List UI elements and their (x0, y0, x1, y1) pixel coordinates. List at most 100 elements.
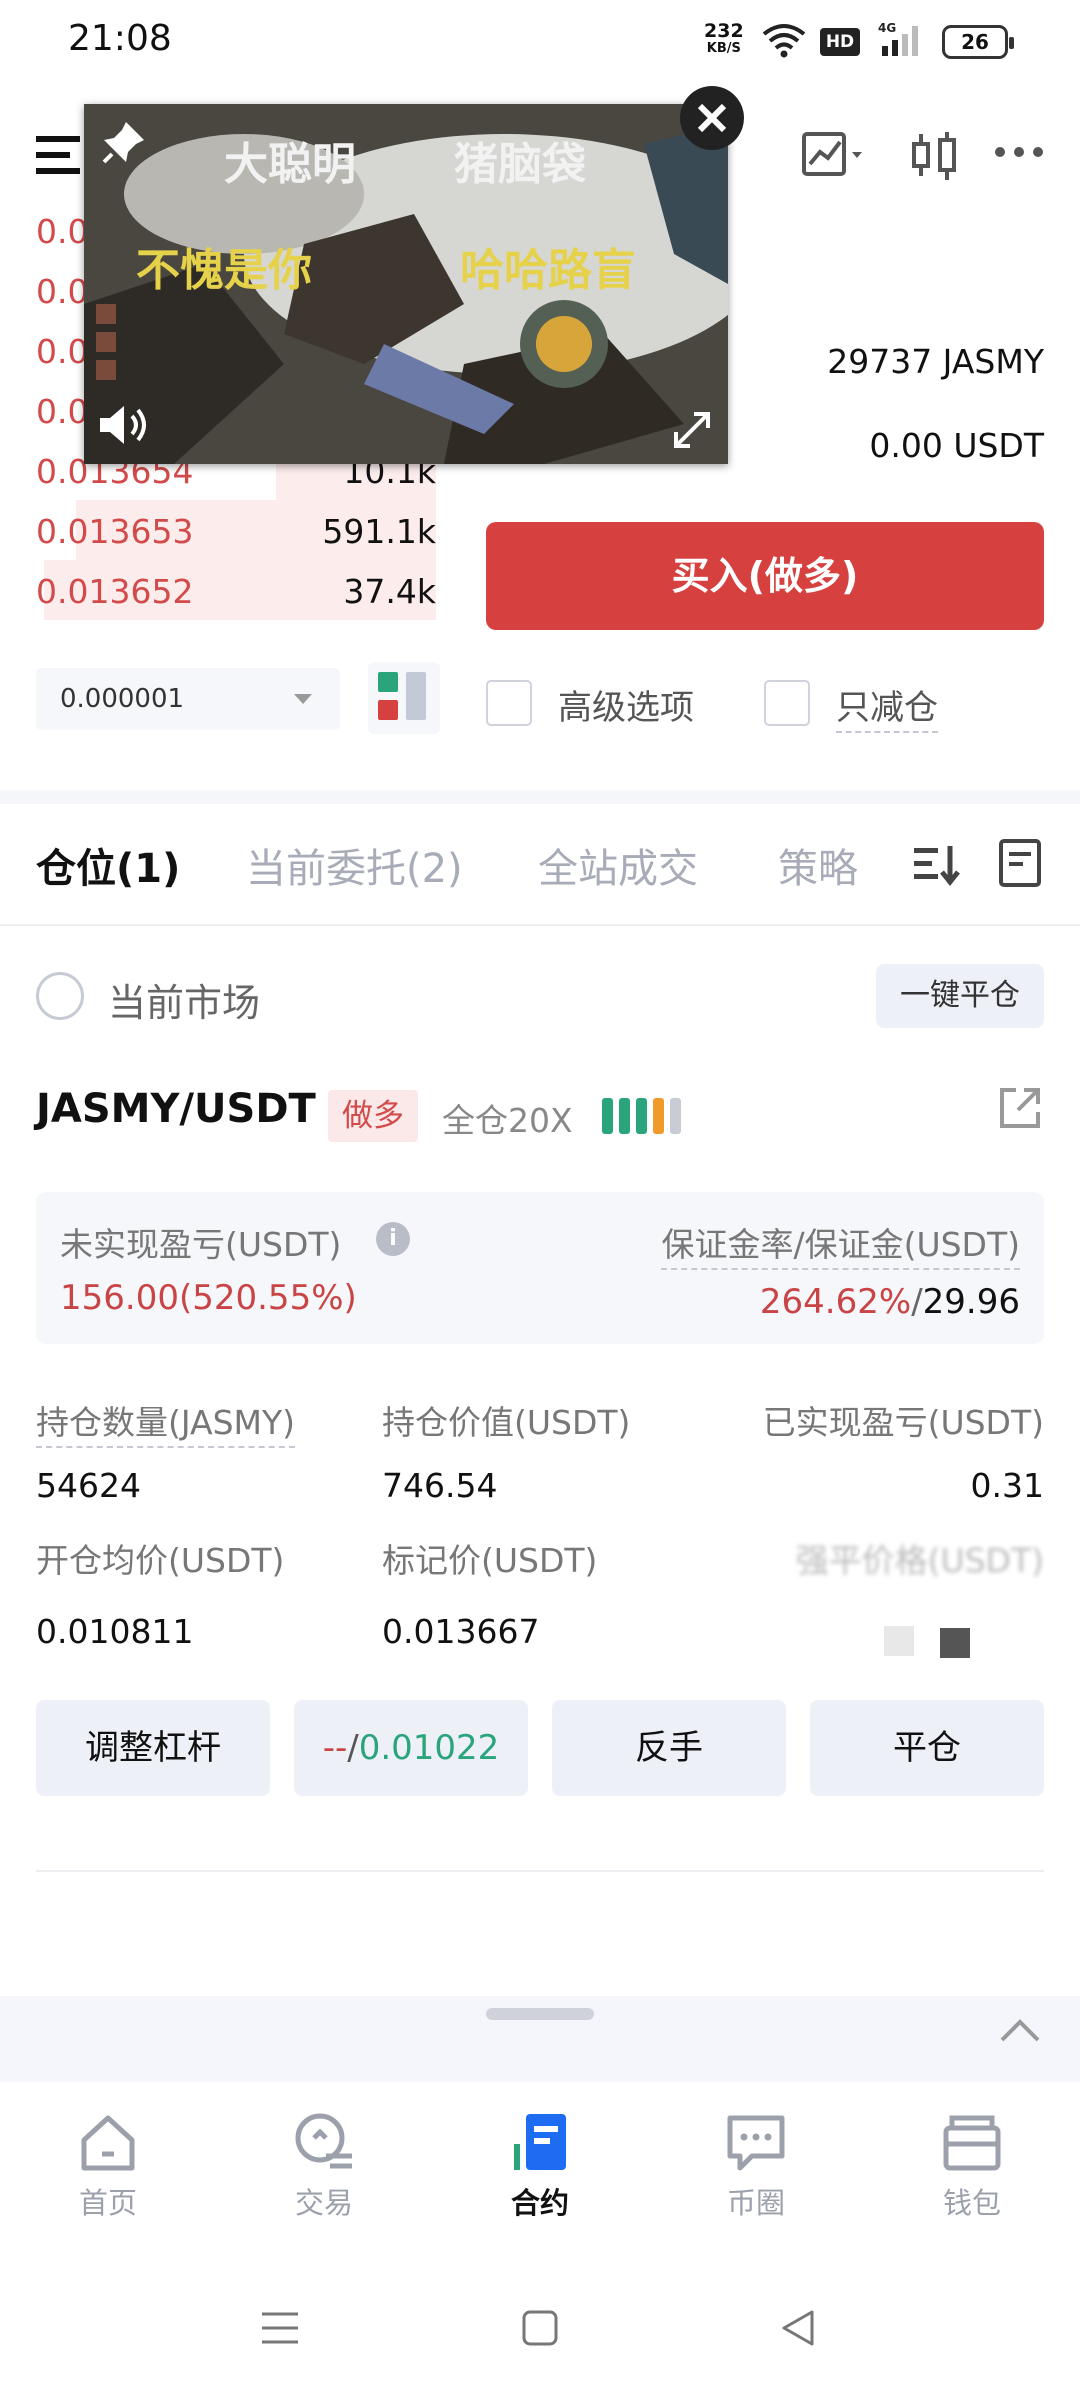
take-profit-value: -- (322, 1728, 348, 1768)
tp-sl-separator: / (347, 1728, 359, 1768)
reduce-only-label: 只减仓 (836, 680, 938, 733)
nav-community-label: 币圈 (726, 2186, 785, 2220)
system-nav-bar (0, 2264, 1080, 2400)
realized-pnl-value: 0.31 (970, 1466, 1044, 1505)
margin-value: 264.62%/29.96 (760, 1282, 1020, 1322)
unrealized-pnl-label: 未实现盈亏(USDT) (60, 1225, 342, 1264)
margin-ratio-label[interactable]: 保证金率/保证金(USDT) (661, 1218, 1020, 1270)
expand-icon[interactable] (670, 408, 714, 452)
section-divider (0, 790, 1080, 804)
more-icon[interactable] (994, 140, 1044, 164)
risk-level-icon (602, 1098, 692, 1134)
video-caption-1: 大聪明 (224, 139, 356, 190)
home-icon (81, 2115, 135, 2171)
side-badge: 做多 (328, 1090, 418, 1142)
close-all-button[interactable]: 一键平仓 (876, 964, 1044, 1028)
pin-icon[interactable] (100, 118, 148, 166)
recent-apps-icon[interactable] (260, 2308, 300, 2348)
tab-strategy[interactable]: 策略 (778, 836, 858, 894)
nav-wallet-label: 钱包 (942, 2186, 1001, 2220)
chevron-up-icon[interactable] (998, 2014, 1042, 2044)
info-icon[interactable]: i (376, 1222, 410, 1256)
wallet-icon (943, 2115, 1001, 2171)
nav-home-label: 首页 (78, 2186, 137, 2220)
blur-block-dark (940, 1628, 970, 1658)
current-market-radio[interactable] (36, 972, 84, 1020)
nav-trade[interactable]: 交易 (264, 2110, 384, 2222)
net-speed-value: 232 (704, 20, 744, 42)
stop-loss-value: 0.01022 (358, 1728, 500, 1768)
adjust-leverage-button[interactable]: 调整杠杆 (36, 1700, 270, 1796)
chart-icon[interactable] (800, 128, 868, 184)
tab-positions[interactable]: 仓位(1) (36, 836, 180, 894)
nav-wallet[interactable]: 钱包 (912, 2110, 1032, 2222)
kline-icon[interactable] (910, 128, 962, 184)
close-icon[interactable] (680, 86, 744, 150)
menu-icon[interactable] (36, 132, 88, 178)
list-divider (36, 1870, 1044, 1872)
battery-icon: 26 (942, 25, 1014, 59)
unrealized-pnl-value: 156.00(520.55%) (60, 1278, 357, 1318)
current-market-label: 当前市场 (108, 981, 261, 1025)
contract-icon (514, 2114, 566, 2170)
ask-price: 0.013653 (36, 512, 194, 551)
margin-amount-value: 29.96 (922, 1282, 1020, 1322)
net-speed: 232 KB/S (704, 22, 744, 58)
wifi-icon (762, 24, 806, 58)
home-button-icon[interactable] (520, 2308, 560, 2348)
nav-home[interactable]: 首页 (48, 2110, 168, 2222)
available-usdt: 0.00 USDT (869, 426, 1044, 465)
position-qty-value: 54624 (36, 1466, 141, 1505)
reduce-only-checkbox[interactable] (764, 680, 810, 726)
ask-price: 0.0 (36, 272, 89, 311)
liquidation-price-label: 强平价格(USDT) (795, 1541, 1044, 1580)
mark-price-value: 0.013667 (382, 1612, 540, 1651)
position-value-label: 持仓价值(USDT) (382, 1403, 631, 1442)
entry-price-label: 开仓均价(USDT) (36, 1541, 285, 1580)
nav-contract[interactable]: 合约 (480, 2110, 600, 2222)
buy-long-button[interactable]: 买入(做多) (486, 522, 1044, 630)
status-bar: 21:08 232 KB/S HD 4G 26 (0, 0, 1080, 84)
document-icon[interactable] (998, 838, 1042, 888)
share-icon[interactable] (996, 1084, 1044, 1132)
ask-price: 0.0 (36, 332, 89, 371)
nav-trade-label: 交易 (294, 2186, 353, 2220)
tab-underline (0, 924, 1080, 926)
ask-quantity: 37.4k (343, 572, 436, 611)
hd-icon: HD (820, 28, 860, 56)
nav-contract-label: 合约 (510, 2186, 569, 2220)
tab-open-orders[interactable]: 当前委托(2) (246, 836, 463, 894)
tick-size-select[interactable]: 0.000001 (36, 668, 340, 730)
svg-text:4G: 4G (878, 21, 896, 35)
clock: 21:08 (68, 18, 172, 59)
position-qty-label[interactable]: 持仓数量(JASMY) (36, 1396, 296, 1448)
drawer-handle[interactable] (486, 2008, 594, 2020)
close-position-button[interactable]: 平仓 (810, 1700, 1044, 1796)
advanced-options-checkbox[interactable] (486, 680, 532, 726)
advanced-options-label: 高级选项 (558, 688, 694, 728)
back-icon[interactable] (778, 2308, 818, 2348)
ask-price: 0.0 (36, 392, 89, 431)
order-book-row[interactable]: 0.013652 37.4k (36, 560, 436, 620)
available-jasmy: 29737 JASMY (827, 342, 1044, 381)
video-caption-3: 不愧是你 (136, 245, 312, 296)
blur-block (884, 1626, 914, 1656)
position-value-value: 746.54 (382, 1466, 498, 1505)
volume-icon[interactable] (96, 400, 152, 450)
position-pair[interactable]: JASMY/USDT (36, 1086, 316, 1132)
sort-icon[interactable] (912, 840, 960, 888)
chevron-down-icon (294, 694, 312, 704)
tp-sl-button[interactable]: --/0.01022 (294, 1700, 528, 1796)
nav-community[interactable]: 币圈 (696, 2110, 816, 2222)
book-layout-icon[interactable] (368, 662, 440, 734)
leverage-label: 全仓20X (442, 1101, 573, 1140)
order-book-row[interactable]: 0.013653 591.1k (36, 500, 436, 560)
reverse-button[interactable]: 反手 (552, 1700, 786, 1796)
tab-market-trades[interactable]: 全站成交 (538, 836, 698, 894)
trade-icon (295, 2113, 352, 2169)
ask-quantity: 591.1k (322, 512, 436, 551)
floating-video-player[interactable]: 大聪明 猪脑袋 不愧是你 哈哈路盲 (84, 104, 728, 464)
video-caption-4: 哈哈路盲 (460, 245, 636, 296)
tick-size-value: 0.000001 (60, 684, 185, 714)
margin-ratio-value: 264.62% (759, 1282, 912, 1322)
